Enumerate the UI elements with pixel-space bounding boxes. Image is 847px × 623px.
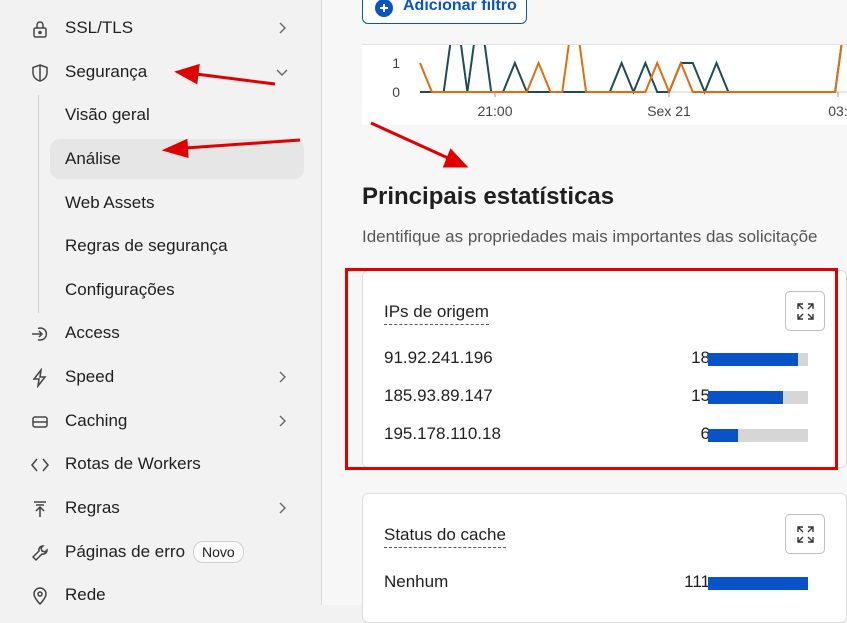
sidebar-item-rotas-de-workers[interactable]: Rotas de Workers: [0, 444, 321, 484]
expand-button[interactable]: [785, 514, 825, 554]
chart-series-line: [419, 4, 847, 95]
expand-icon: [797, 526, 814, 543]
plus-circle-icon: [375, 0, 393, 17]
add-filter-label: Adicionar filtro: [403, 0, 517, 14]
chart-y-tick-label: 1: [392, 55, 400, 71]
sidebar-item-paginas-de-erro[interactable]: Páginas de erro Novo: [0, 532, 321, 572]
chevron-right-icon[interactable]: [275, 370, 289, 384]
sidebar-subitem-analise[interactable]: Análise: [50, 139, 304, 179]
sidebar-item-access[interactable]: Access: [0, 313, 321, 353]
row-value: 111: [684, 572, 710, 591]
sidebar-subitem-web-assets[interactable]: Web Assets: [50, 183, 304, 223]
wrench-icon: [31, 545, 48, 562]
chevron-right-icon[interactable]: [275, 414, 289, 428]
sidebar-subitem-configuracoes[interactable]: Configurações: [50, 270, 304, 310]
chart-series-line: [420, 4, 847, 95]
chevron-down-icon[interactable]: [275, 65, 289, 79]
card-title[interactable]: Status do cache: [384, 525, 506, 548]
sidebar-item-regras[interactable]: Regras: [0, 488, 321, 528]
chart-y-tick-label: 0: [392, 84, 400, 100]
bolt-icon: [32, 368, 47, 388]
sidebar-item-label: Regras: [65, 498, 120, 517]
chart-x-tick-label: 03:: [828, 103, 847, 119]
chevron-right-icon[interactable]: [275, 501, 289, 515]
sidebar-item-speed[interactable]: Speed: [0, 357, 321, 397]
sidebar-subitem-label: Web Assets: [65, 193, 155, 212]
location-pin-icon: [33, 587, 47, 606]
chevron-right-icon[interactable]: [275, 21, 289, 35]
rules-icon: [34, 501, 46, 517]
chart-x-tick-label: Sex 21: [647, 103, 691, 119]
workers-icon: [31, 458, 49, 472]
sidebar-item-label: Caching: [65, 411, 128, 430]
sidebar-item-label: Rede: [65, 585, 106, 604]
annotation-highlight-box: [345, 268, 838, 470]
section-subtitle: Identifique as propriedades mais importa…: [362, 227, 818, 246]
sidebar-subitem-visao-geral[interactable]: Visão geral: [50, 95, 304, 135]
sidebar-item-label: Speed: [65, 367, 115, 386]
section-title: Principais estatísticas: [362, 183, 615, 210]
shield-icon: [32, 64, 48, 82]
sidebar-subitem-label: Regras de segurança: [65, 236, 228, 255]
sidebar-item-caching[interactable]: Caching: [0, 401, 321, 441]
sidebar: SSL/TLS Segurança Visão geral Análise We…: [0, 0, 322, 606]
sidebar-item-ssl-tls[interactable]: SSL/TLS: [0, 8, 321, 48]
sidebar-item-label: SSL/TLS: [65, 18, 134, 37]
storage-icon: [32, 416, 48, 428]
chart-x-tick-label: 21:00: [477, 103, 512, 119]
sidebar-item-seguranca[interactable]: Segurança: [0, 52, 321, 92]
new-badge: Novo: [193, 541, 244, 563]
lock-icon: [33, 21, 47, 38]
row-bar-track: [708, 577, 808, 590]
top-stat-card-cache-status: Status do cache Nenhum 111: [362, 493, 847, 623]
traffic-chart-svg: 0 1 21:00 Sex 21 03:: [392, 4, 847, 119]
row-key: Nenhum: [384, 572, 449, 591]
sidebar-subitem-regras-de-seguranca[interactable]: Regras de segurança: [50, 226, 304, 266]
sidebar-item-label: Páginas de erro: [65, 542, 186, 561]
sidebar-item-label: Segurança: [65, 62, 148, 81]
traffic-chart: 0 1 21:00 Sex 21 03:: [362, 4, 847, 125]
sidebar-subitem-label: Configurações: [65, 280, 175, 299]
row-bar-fill: [708, 577, 808, 590]
sidebar-subitem-label: Análise: [65, 149, 121, 168]
submenu-guide-line: [38, 95, 39, 313]
access-icon: [32, 327, 48, 341]
sidebar-subitem-label: Visão geral: [65, 105, 150, 124]
sidebar-item-label: Access: [65, 323, 120, 342]
sidebar-item-rede[interactable]: Rede: [0, 575, 321, 615]
sidebar-item-label: Rotas de Workers: [65, 454, 201, 473]
add-filter-button[interactable]: Adicionar filtro: [362, 0, 527, 24]
table-row[interactable]: Nenhum 111: [384, 572, 824, 594]
